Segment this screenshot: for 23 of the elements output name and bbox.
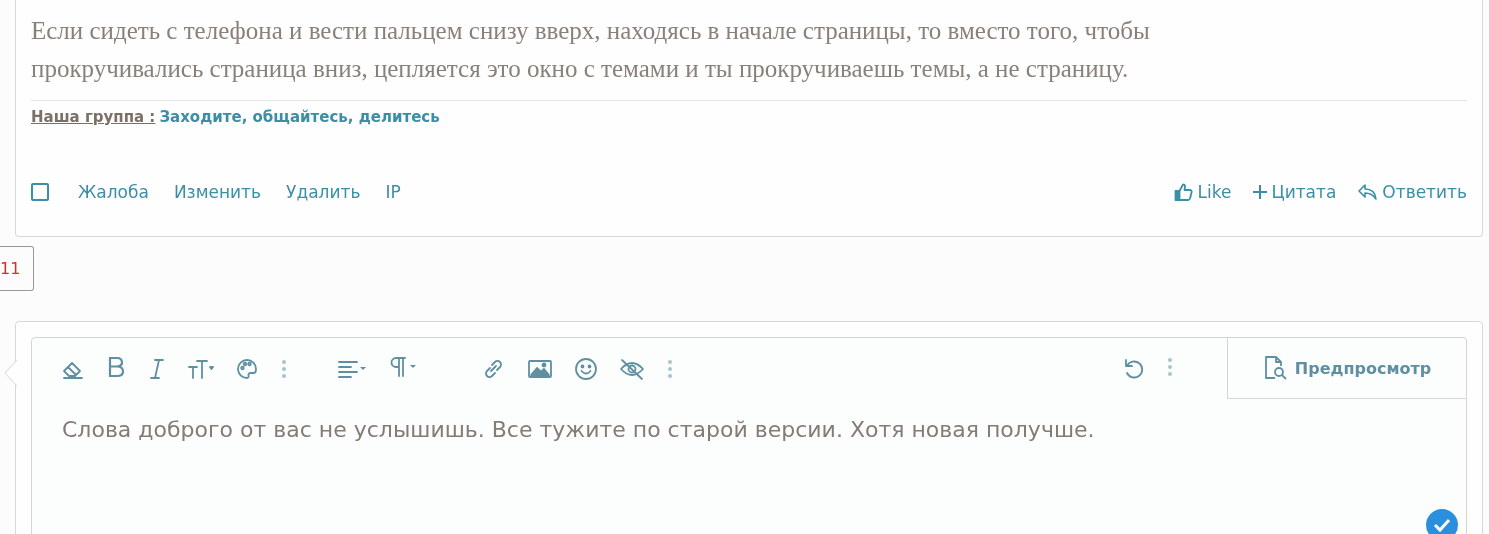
- post-action-link[interactable]: Изменить: [173, 182, 262, 202]
- signature-link[interactable]: Заходите, общайтесь, делитесь: [159, 108, 440, 126]
- post-action-link[interactable]: Жалоба: [78, 182, 149, 202]
- preview-button[interactable]: Предпросмотр: [1227, 338, 1466, 399]
- thumbs-up-icon: [1173, 182, 1194, 202]
- more-icon[interactable]: [667, 358, 673, 379]
- signature-label: Наша группа :: [31, 108, 156, 126]
- post-text: Если сидеть с телефона и вести пальцем снизу вверх, находясь в начале страницы, то вместо того, чтобы прокручивались страница вниз, цепляется это окно с темами и ты прокручиваешь темы, а не страницу.: [31, 12, 1467, 101]
- plus-icon: [1253, 185, 1268, 199]
- like-link[interactable]: Like: [1173, 182, 1232, 202]
- hidden-eye-icon[interactable]: [619, 356, 647, 381]
- quote-link[interactable]: Цитата: [1253, 182, 1337, 202]
- smiley-icon[interactable]: [573, 356, 599, 381]
- post-action-link[interactable]: Удалить: [286, 182, 361, 202]
- reply-icon: [1358, 183, 1379, 201]
- document-search-icon: [1262, 355, 1289, 381]
- message-field[interactable]: Слова доброго от вас не услышишь. Все тужите по старой версии. Хотя новая получше.: [32, 399, 1466, 460]
- more-icon[interactable]: [281, 358, 287, 379]
- post-action-link[interactable]: IP: [385, 182, 401, 202]
- more-icon[interactable]: [1167, 356, 1173, 377]
- select-checkbox[interactable]: [31, 183, 49, 201]
- page-number[interactable]: 11: [0, 246, 35, 291]
- reply-link[interactable]: Ответить: [1358, 182, 1467, 202]
